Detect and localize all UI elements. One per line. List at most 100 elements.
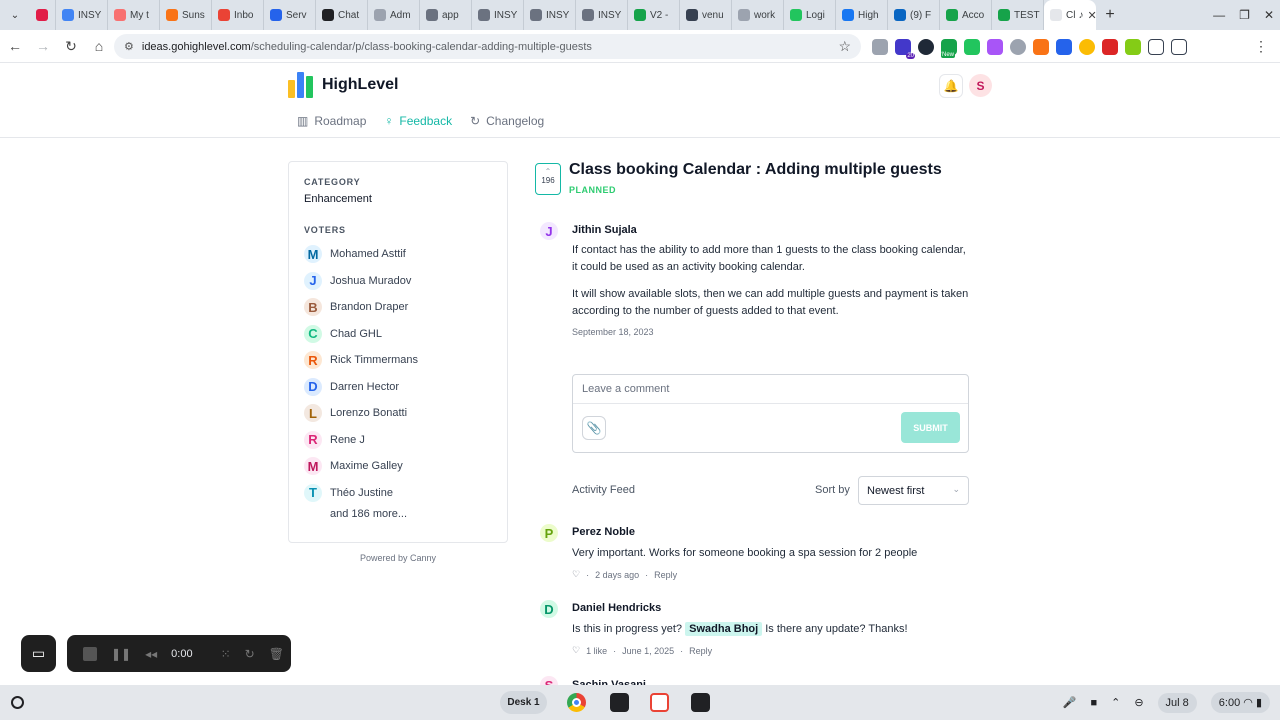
calendar-extension-icon[interactable]: 20 bbox=[895, 39, 915, 59]
upvote-button[interactable]: ⌃ 196 bbox=[535, 163, 561, 195]
heart-icon[interactable]: ♡ bbox=[572, 645, 580, 656]
browser-tab[interactable]: Chat bbox=[316, 0, 368, 30]
browser-tab[interactable]: My t bbox=[108, 0, 160, 30]
browser-tab[interactable]: V2 - bbox=[628, 0, 680, 30]
browser-tab[interactable] bbox=[30, 0, 56, 30]
voter-item[interactable]: D Darren Hector bbox=[304, 377, 492, 397]
reload-icon[interactable]: ↻ bbox=[58, 38, 84, 55]
comment-time[interactable]: June 1, 2025 bbox=[622, 646, 674, 656]
browser-tab[interactable]: venu bbox=[680, 0, 732, 30]
reply-link[interactable]: Reply bbox=[689, 646, 712, 656]
restart-icon[interactable]: ↻ bbox=[245, 647, 255, 661]
notification-bell-icon[interactable]: 🔔 bbox=[939, 74, 963, 98]
browser-tab[interactable]: INSY bbox=[576, 0, 628, 30]
home-icon[interactable]: ⌂ bbox=[86, 38, 112, 54]
chrome-app-icon[interactable] bbox=[567, 693, 586, 712]
url-input[interactable]: ⚙ ideas.gohighlevel.com/scheduling-calen… bbox=[114, 34, 861, 59]
browser-tab[interactable]: TEST bbox=[992, 0, 1044, 30]
brand[interactable]: HighLevel bbox=[288, 72, 398, 98]
voter-item[interactable]: T Théo Justine bbox=[304, 483, 492, 503]
browser-tab[interactable]: Logi bbox=[784, 0, 836, 30]
docs-extension-icon[interactable] bbox=[1056, 39, 1072, 55]
category-value[interactable]: Enhancement bbox=[304, 193, 492, 205]
extensions-puzzle-icon[interactable] bbox=[1171, 39, 1187, 55]
close-window-icon[interactable]: ✕ bbox=[1264, 8, 1274, 22]
voter-item[interactable]: R Rick Timmermans bbox=[304, 351, 492, 370]
green-extension-icon[interactable] bbox=[964, 39, 980, 55]
voter-item[interactable]: C Chad GHL bbox=[304, 324, 492, 344]
browser-tab[interactable]: INSY bbox=[56, 0, 108, 30]
maximize-icon[interactable]: ❐ bbox=[1239, 8, 1250, 22]
ghl-extension-icon[interactable] bbox=[1102, 39, 1118, 55]
speaker-icon: ♪ bbox=[1078, 9, 1084, 21]
code-extension-icon[interactable] bbox=[872, 39, 888, 55]
attach-file-icon[interactable]: 📎 bbox=[582, 416, 606, 440]
trash-icon[interactable]: 🗑 bbox=[269, 647, 284, 661]
browser-tab[interactable]: Suns bbox=[160, 0, 212, 30]
browser-tab[interactable]: Acco bbox=[940, 0, 992, 30]
forward-icon[interactable]: → bbox=[30, 38, 56, 54]
bookmark-star-icon[interactable]: ☆ bbox=[838, 38, 851, 55]
grid-icon[interactable]: ⁙ bbox=[221, 647, 231, 661]
browser-tab[interactable]: work bbox=[732, 0, 784, 30]
new-tab-button[interactable]: + bbox=[1096, 6, 1124, 24]
nav-roadmap[interactable]: ▥ Roadmap bbox=[297, 114, 366, 128]
back-icon[interactable]: ← bbox=[2, 38, 28, 54]
chrome-extension-icon[interactable] bbox=[1079, 39, 1095, 55]
browser-tab[interactable]: INSY bbox=[472, 0, 524, 30]
gmail-app-icon[interactable] bbox=[650, 693, 669, 712]
browser-tab[interactable]: Serv bbox=[264, 0, 316, 30]
user-avatar[interactable]: S bbox=[969, 74, 992, 97]
browser-tab[interactable]: Adm bbox=[368, 0, 420, 30]
pause-icon[interactable]: ❚❚ bbox=[111, 647, 131, 661]
browser-menu-icon[interactable]: ⋮ bbox=[1254, 38, 1268, 55]
date-display[interactable]: Jul 8 bbox=[1157, 692, 1197, 713]
clock[interactable]: 6:00 ◠ ▮ bbox=[1210, 692, 1270, 713]
heart-icon[interactable]: ♡ bbox=[572, 569, 580, 580]
do-not-disturb-icon[interactable]: ⊖ bbox=[1134, 696, 1143, 709]
sheets-extension-icon[interactable] bbox=[1125, 39, 1141, 55]
new-extension-icon[interactable]: New bbox=[941, 39, 957, 58]
puzzle-red-extension-icon[interactable] bbox=[1033, 39, 1049, 55]
red-extension-icon[interactable] bbox=[1010, 39, 1026, 55]
browser-tab[interactable]: High bbox=[836, 0, 888, 30]
terminal-app-icon[interactable] bbox=[610, 693, 629, 712]
more-voters-link[interactable]: and 186 more... bbox=[330, 508, 492, 520]
browser-tab[interactable]: Inbo bbox=[212, 0, 264, 30]
browser-tab[interactable]: (9) F bbox=[888, 0, 940, 30]
browser-tab[interactable]: INSY bbox=[524, 0, 576, 30]
mic-icon[interactable]: 🎤 bbox=[1063, 696, 1077, 709]
submit-button[interactable]: SUBMIT bbox=[901, 412, 960, 443]
voter-item[interactable]: M Maxime Galley bbox=[304, 457, 492, 476]
powered-by-canny[interactable]: Powered by Canny bbox=[288, 553, 508, 563]
rewind-icon[interactable]: ◂◂ bbox=[145, 647, 157, 661]
pen-extension-icon[interactable] bbox=[1148, 39, 1164, 55]
voter-item[interactable]: B Brandon Draper bbox=[304, 298, 492, 317]
voter-item[interactable]: J Joshua Muradov bbox=[304, 271, 492, 291]
voter-item[interactable]: L Lorenzo Bonatti bbox=[304, 404, 492, 423]
active-tab[interactable]: Cl ♪ ✕ bbox=[1044, 0, 1096, 30]
purple-extension-icon[interactable] bbox=[987, 39, 1003, 55]
video-icon[interactable]: ■ bbox=[1090, 697, 1097, 709]
camera-toggle-icon[interactable]: ▭ bbox=[21, 635, 56, 672]
user-mention[interactable]: Swadha Bhoj bbox=[685, 622, 763, 636]
desk-switcher[interactable]: Desk 1 bbox=[500, 691, 547, 714]
launcher-icon[interactable] bbox=[11, 696, 24, 709]
nav-feedback[interactable]: ♀ Feedback bbox=[384, 114, 452, 128]
sort-select[interactable]: Newest first ⌄ bbox=[858, 476, 969, 505]
comment-input[interactable]: Leave a comment bbox=[582, 383, 669, 395]
minimize-icon[interactable]: — bbox=[1213, 8, 1225, 22]
nav-changelog[interactable]: ↻ Changelog bbox=[470, 114, 544, 128]
reply-link[interactable]: Reply bbox=[654, 570, 677, 580]
voter-item[interactable]: R Rene J bbox=[304, 430, 492, 450]
browser-tab[interactable]: app bbox=[420, 0, 472, 30]
chevron-up-icon[interactable]: ⌃ bbox=[1111, 696, 1120, 709]
notes-app-icon[interactable] bbox=[691, 693, 710, 712]
tab-search-icon[interactable]: ⌄ bbox=[0, 0, 30, 30]
site-info-icon[interactable]: ⚙ bbox=[124, 40, 134, 53]
voter-item[interactable]: M Mohamed Asttif bbox=[304, 245, 492, 264]
stop-icon[interactable] bbox=[83, 646, 97, 661]
dark-extension-icon[interactable] bbox=[918, 39, 934, 55]
comment-time[interactable]: 2 days ago bbox=[595, 570, 639, 580]
close-tab-icon[interactable]: ✕ bbox=[1087, 9, 1096, 22]
